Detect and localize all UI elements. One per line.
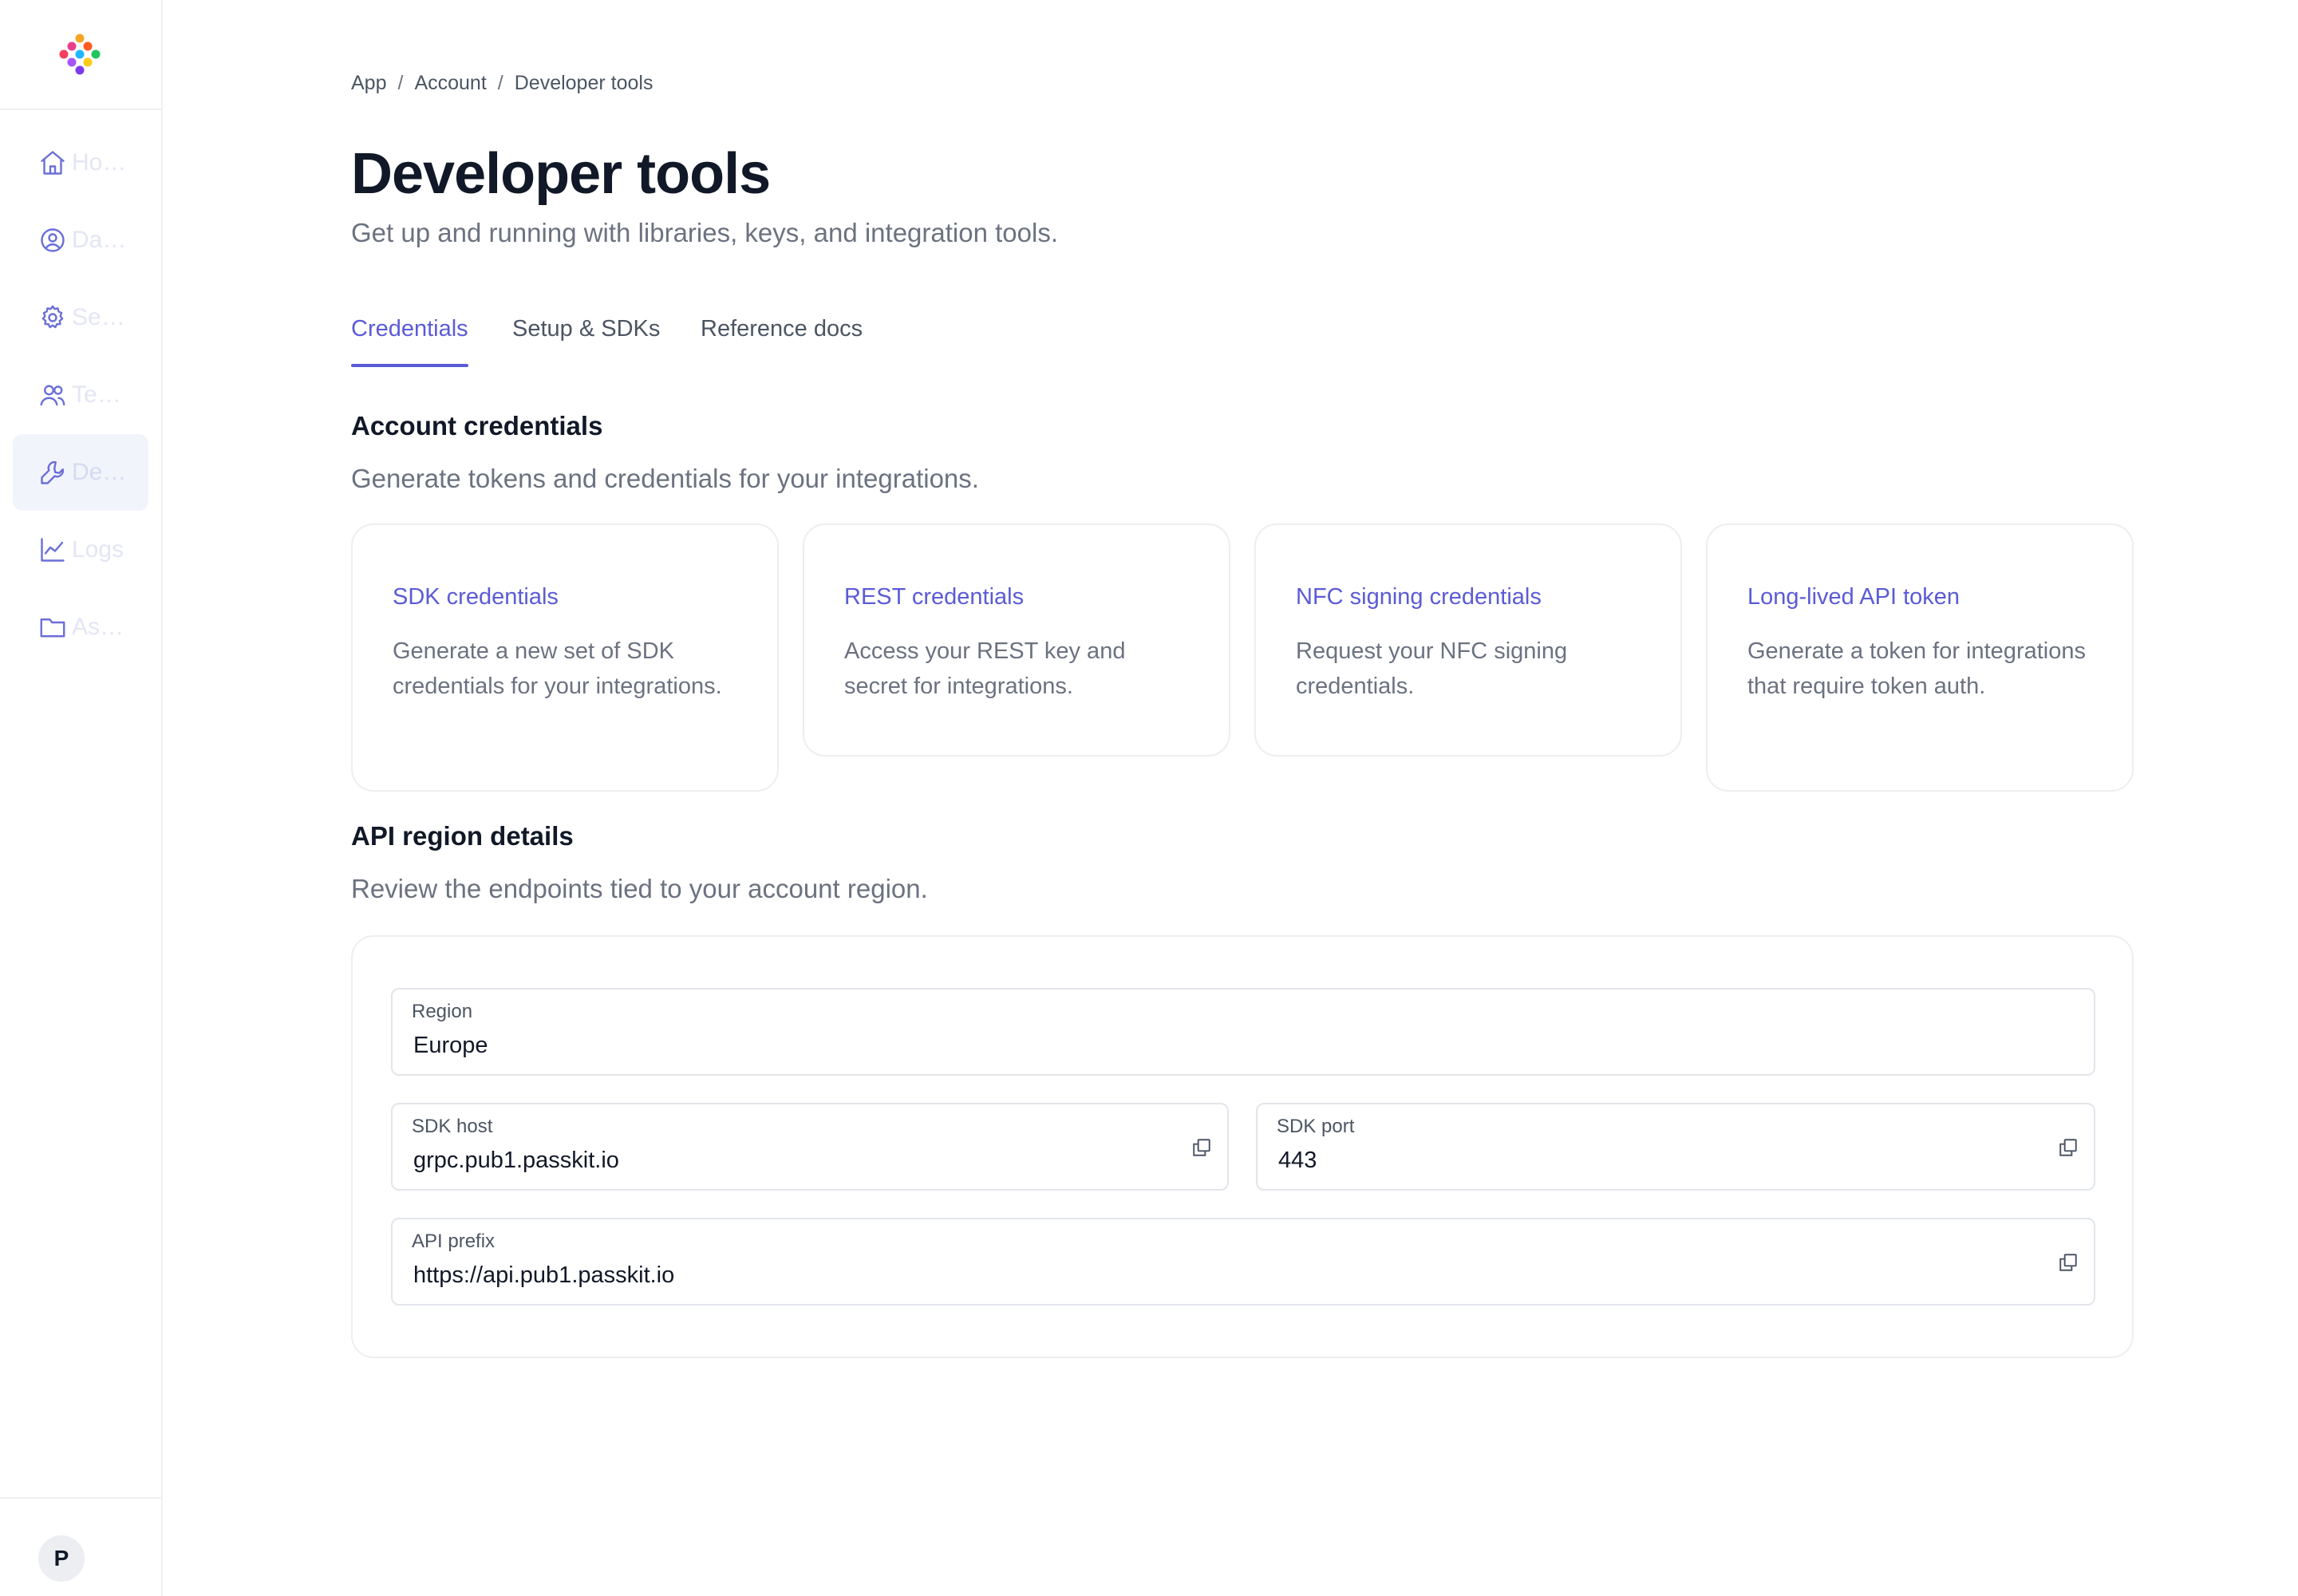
chart-line-icon [38,535,67,564]
sidebar-item-dashboard[interactable]: Dashboard [13,202,148,279]
tab-setup-sdks[interactable]: Setup & SDKs [512,310,660,367]
card-title[interactable]: Long-lived API token [1747,581,2092,613]
card-description: Access your REST key and secret for inte… [844,638,1126,699]
sidebar-item-teams[interactable]: Teams [13,357,148,433]
sidebar: Home Dashboard Settings [0,0,163,1596]
breadcrumb-separator: / [497,72,503,94]
breadcrumb-item-app[interactable]: App [351,69,386,97]
card-title[interactable]: REST credentials [844,581,1189,613]
api-prefix-value: https://api.pub1.passkit.io [413,1262,675,1288]
tab-credentials[interactable]: Credentials [351,310,468,367]
sdk-port-label: SDK port [1277,1116,1355,1137]
account-credentials-heading: Account credentials [351,411,603,440]
api-prefix-label: API prefix [412,1231,496,1252]
gear-icon [38,303,67,332]
sidebar-item-assets[interactable]: Assets [13,589,148,666]
folder-icon [38,613,67,642]
sdk-host-field[interactable]: SDK host grpc.pub1.passkit.io [391,1103,1229,1191]
sidebar-item-label: Dashboard [72,227,129,253]
sdk-host-label: SDK host [412,1116,493,1137]
api-region-heading: API region details [351,821,574,851]
user-circle-icon [38,226,67,255]
card-description: Generate a token for integrations that r… [1747,638,2086,699]
region-value: Europe [413,1033,488,1058]
sidebar-item-logs[interactable]: Logs [13,512,148,588]
sidebar-item-label: Developer tools [72,459,129,485]
copy-icon[interactable] [2055,1135,2081,1160]
sdk-port-field[interactable]: SDK port 443 [1256,1103,2095,1191]
api-prefix-field[interactable]: API prefix https://api.pub1.passkit.io [391,1218,2095,1306]
card-title[interactable]: NFC signing credentials [1296,581,1641,613]
region-field[interactable]: Region Europe [391,988,2095,1076]
long-lived-api-token-card[interactable]: Long-lived API token Generate a token fo… [1706,523,2134,792]
tab-reference-docs[interactable]: Reference docs [701,310,863,367]
api-region-description: Review the endpoints tied to your accoun… [351,874,928,903]
avatar[interactable]: P [38,1535,85,1582]
users-icon [38,381,67,409]
card-title[interactable]: SDK credentials [393,581,737,613]
sidebar-item-label: Logs [72,536,124,563]
sidebar-item-home[interactable]: Home [13,124,148,201]
nfc-signing-credentials-card[interactable]: NFC signing credentials Request your NFC… [1254,523,1682,757]
sidebar-item-label: Home [72,149,129,176]
logo-area [0,0,161,110]
card-description: Request your NFC signing credentials. [1296,638,1568,699]
sidebar-item-label: Settings [72,304,129,330]
brand-logo-icon[interactable] [56,30,104,78]
breadcrumb-separator: / [397,72,404,94]
sidebar-item-label: Assets [72,614,129,640]
breadcrumb-item-current: Developer tools [514,72,653,94]
sdk-credentials-card[interactable]: SDK credentials Generate a new set of SD… [351,523,779,792]
breadcrumb-item-account[interactable]: Account [414,69,486,97]
sidebar-item-developer-tools[interactable]: Developer tools [13,434,148,511]
account-credentials-description: Generate tokens and credentials for your… [351,464,979,493]
breadcrumb: App / Account / Developer tools [351,69,653,97]
home-icon [38,148,67,177]
wrench-icon [38,458,67,487]
copy-icon[interactable] [1189,1135,1214,1160]
page-subtitle: Get up and running with libraries, keys,… [351,218,1059,247]
tab-bar: Credentials Setup & SDKs Reference docs [351,310,2138,367]
sidebar-item-label: Teams [72,381,129,408]
api-region-panel: Region Europe SDK host grpc.pub1.passkit… [351,935,2134,1358]
sidebar-item-settings[interactable]: Settings [13,279,148,356]
sdk-host-value: grpc.pub1.passkit.io [413,1148,619,1173]
rest-credentials-card[interactable]: REST credentials Access your REST key an… [803,523,1230,757]
sidebar-footer: P [0,1497,161,1596]
page-title: Developer tools [351,142,771,206]
copy-icon[interactable] [2055,1250,2081,1275]
sdk-port-value: 443 [1278,1148,1317,1173]
card-description: Generate a new set of SDK credentials fo… [393,638,722,699]
region-label: Region [412,1001,473,1022]
app-root: Home Dashboard Settings [0,0,2298,1596]
